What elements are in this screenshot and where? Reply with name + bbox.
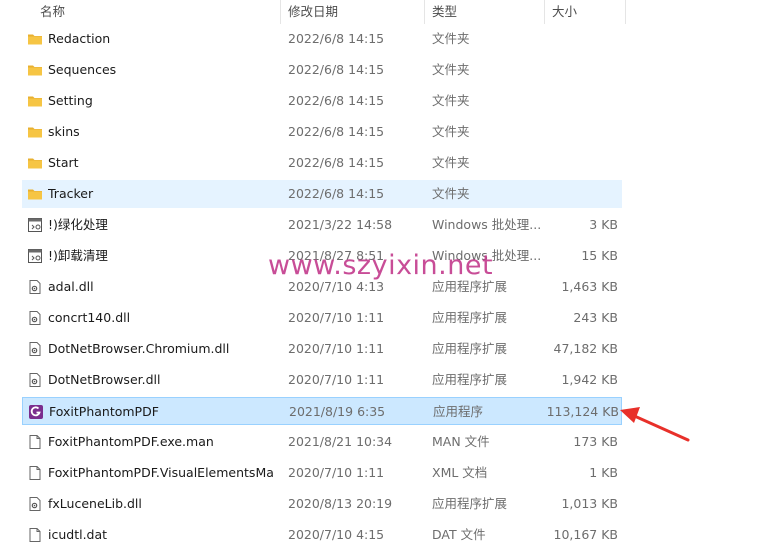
file-date: 2022/6/8 14:15 [288,186,385,201]
file-date: 2022/6/8 14:15 [288,62,385,77]
file-date: 2021/8/21 10:34 [288,434,393,449]
file-size: 113,124 KB [546,404,619,419]
blank-file-icon [27,527,43,543]
file-name: Start [48,155,79,170]
file-row[interactable]: FoxitPhantomPDF.exe.man 2021/8/21 10:34 MA… [22,428,622,456]
file-size: 173 KB [573,434,618,449]
file-row[interactable]: icudtl.dat 2020/7/10 4:15 DAT 文件 10,167 KB [22,521,622,549]
file-name: Setting [48,93,93,108]
file-name: !)卸载清理 [48,248,108,263]
dll-file-icon [27,341,43,357]
file-date: 2022/6/8 14:15 [288,93,385,108]
folder-icon [27,31,43,47]
column-divider[interactable] [280,0,281,24]
file-size: 1,942 KB [561,372,618,387]
folder-icon [27,124,43,140]
file-row[interactable]: Start 2022/6/8 14:15 文件夹 [22,149,622,177]
file-date: 2020/7/10 4:15 [288,527,385,542]
file-row[interactable]: DotNetBrowser.Chromium.dll 2020/7/10 1:11… [22,335,622,363]
file-name: skins [48,124,80,139]
file-row[interactable]: Tracker 2022/6/8 14:15 文件夹 [22,180,622,208]
file-date: 2022/6/8 14:15 [288,155,385,170]
file-row[interactable]: Sequences 2022/6/8 14:15 文件夹 [22,56,622,84]
file-name: Sequences [48,62,117,77]
file-name: !)绿化处理 [48,217,108,232]
red-arrow-annotation [620,407,690,442]
file-name: adal.dll [48,279,94,294]
file-date: 2020/8/13 20:19 [288,496,393,511]
folder-icon [27,155,43,171]
file-name: FoxitPhantomPDF.VisualElementsMan... [48,465,273,480]
file-size: 15 KB [581,248,618,263]
batch-file-icon [27,248,43,264]
column-header-size[interactable]: 大小 [552,0,577,24]
blank-file-icon [27,434,43,450]
blank-file-icon [27,465,43,481]
foxit-app-icon [28,404,44,420]
column-header-name[interactable]: 名称 [40,0,65,24]
file-row[interactable]: Setting 2022/6/8 14:15 文件夹 [22,87,622,115]
file-name: FoxitPhantomPDF.exe.man [48,434,214,449]
file-name: Redaction [48,31,111,46]
file-row[interactable]: FoxitPhantomPDF 2021/8/19 6:35 应用程序 113,124… [22,397,622,425]
folder-icon [27,93,43,109]
file-date: 2020/7/10 1:11 [288,341,385,356]
file-size [527,118,618,146]
file-row[interactable]: FoxitPhantomPDF.VisualElementsMan... 2020… [22,459,622,487]
watermark-text: www.szyixin.net [268,250,494,281]
file-date: 2022/6/8 14:15 [288,31,385,46]
file-name: icudtl.dat [48,527,108,542]
column-divider[interactable] [544,0,545,24]
file-size: 1,463 KB [561,279,618,294]
file-date: 2022/6/8 14:15 [288,124,385,139]
file-size [527,25,618,53]
dll-file-icon [27,372,43,388]
dll-file-icon [27,310,43,326]
column-header-type[interactable]: 类型 [432,0,457,24]
file-date: 2021/3/22 14:58 [288,217,393,232]
file-size: 10,167 KB [553,527,618,542]
file-size [527,87,618,115]
dll-file-icon [27,496,43,512]
file-size [527,56,618,84]
column-divider[interactable] [424,0,425,24]
file-row[interactable]: Redaction 2022/6/8 14:15 文件夹 [22,25,622,53]
sort-indicator-icon[interactable]: ^ [152,0,160,4]
file-row[interactable]: DotNetBrowser.dll 2020/7/10 1:11 应用程序扩展 1,9… [22,366,622,394]
file-row[interactable]: !)绿化处理 2021/3/22 14:58 Windows 批处理... 3 KB [22,211,622,239]
file-size: 243 KB [573,310,618,325]
file-date: 2020/7/10 1:11 [288,372,385,387]
file-name: FoxitPhantomPDF [49,404,159,419]
folder-icon [27,186,43,202]
file-name: Tracker [48,186,94,201]
file-name: DotNetBrowser.Chromium.dll [48,341,230,356]
folder-icon [27,62,43,78]
file-name: fxLuceneLib.dll [48,496,142,511]
dll-file-icon [27,279,43,295]
file-date: 2021/8/19 6:35 [289,404,386,419]
file-row[interactable]: concrt140.dll 2020/7/10 1:11 应用程序扩展 243 KB [22,304,622,332]
file-name: DotNetBrowser.dll [48,372,161,387]
file-size: 1 KB [589,465,618,480]
file-date: 2020/7/10 1:11 [288,465,385,480]
file-size [527,180,618,208]
file-row[interactable]: fxLuceneLib.dll 2020/8/13 20:19 应用程序扩展 1,01… [22,490,622,518]
file-date: 2020/7/10 1:11 [288,310,385,325]
column-divider[interactable] [625,0,626,24]
column-header-date[interactable]: 修改日期 [288,0,338,24]
file-size [527,149,618,177]
file-size: 47,182 KB [553,341,618,356]
file-size: 3 KB [589,217,618,232]
file-row[interactable]: skins 2022/6/8 14:15 文件夹 [22,118,622,146]
column-header: ^ 名称 修改日期 类型 大小 [0,0,762,24]
file-name: concrt140.dll [48,310,131,325]
batch-file-icon [27,217,43,233]
file-size: 1,013 KB [561,496,618,511]
